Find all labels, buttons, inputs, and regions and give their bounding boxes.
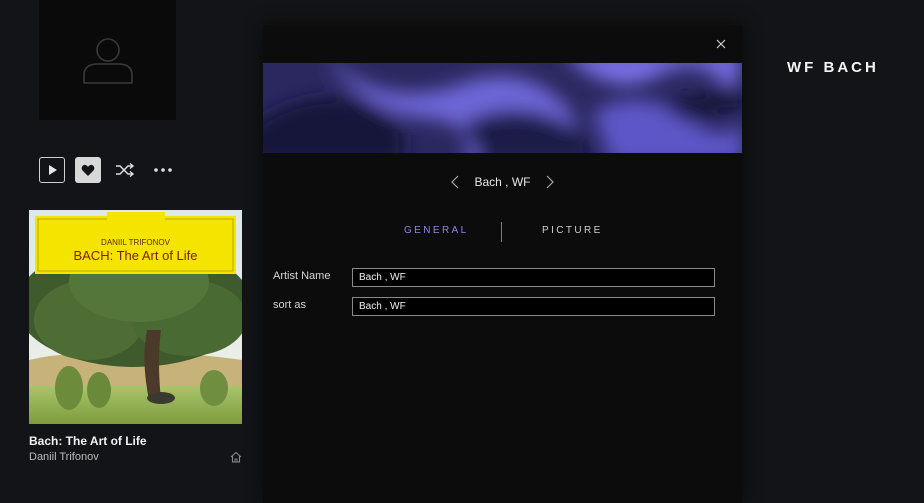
artist-image-placeholder <box>39 0 176 120</box>
cover-title: BACH: The Art of Life <box>73 248 197 263</box>
artist-header-name: WF BACH <box>787 59 879 76</box>
close-button[interactable] <box>714 37 728 51</box>
tab-general[interactable]: GENERAL <box>404 225 469 236</box>
dialog-tabs: GENERAL PICTURE <box>263 222 742 242</box>
artist-navigation: Bach , WF <box>263 171 742 193</box>
next-artist-button[interactable] <box>543 174 557 190</box>
user-icon <box>82 38 133 84</box>
close-icon <box>716 39 726 49</box>
cover-label: DANIIL TRIFONOV <box>101 238 171 247</box>
sort-as-input[interactable] <box>352 297 715 316</box>
album-artist[interactable]: Daniil Trifonov <box>29 451 99 463</box>
tab-divider <box>501 222 502 242</box>
shuffle-button[interactable] <box>111 157 139 183</box>
artist-banner <box>263 63 742 153</box>
heart-icon <box>81 164 95 176</box>
album-title[interactable]: Bach: The Art of Life <box>29 434 147 448</box>
favorite-button[interactable] <box>75 157 101 183</box>
artist-name-label: Artist Name <box>273 270 331 282</box>
tab-picture[interactable]: PICTURE <box>542 225 603 236</box>
playback-controls <box>39 157 177 183</box>
edit-artist-dialog: Bach , WF GENERAL PICTURE Artist Name so… <box>263 25 742 503</box>
chevron-left-icon <box>451 175 459 189</box>
artist-nav-name: Bach , WF <box>474 175 531 189</box>
album-cover[interactable]: DANIIL TRIFONOV BACH: The Art of Life <box>29 210 242 424</box>
artist-name-input[interactable] <box>352 268 715 287</box>
play-button[interactable] <box>39 157 65 183</box>
chevron-right-icon <box>546 175 554 189</box>
previous-artist-button[interactable] <box>448 174 462 190</box>
more-icon <box>154 168 172 172</box>
more-button[interactable] <box>149 157 177 183</box>
play-icon <box>49 165 57 175</box>
home-icon[interactable] <box>229 450 243 464</box>
shuffle-icon <box>116 163 135 177</box>
sort-as-label: sort as <box>273 299 307 311</box>
